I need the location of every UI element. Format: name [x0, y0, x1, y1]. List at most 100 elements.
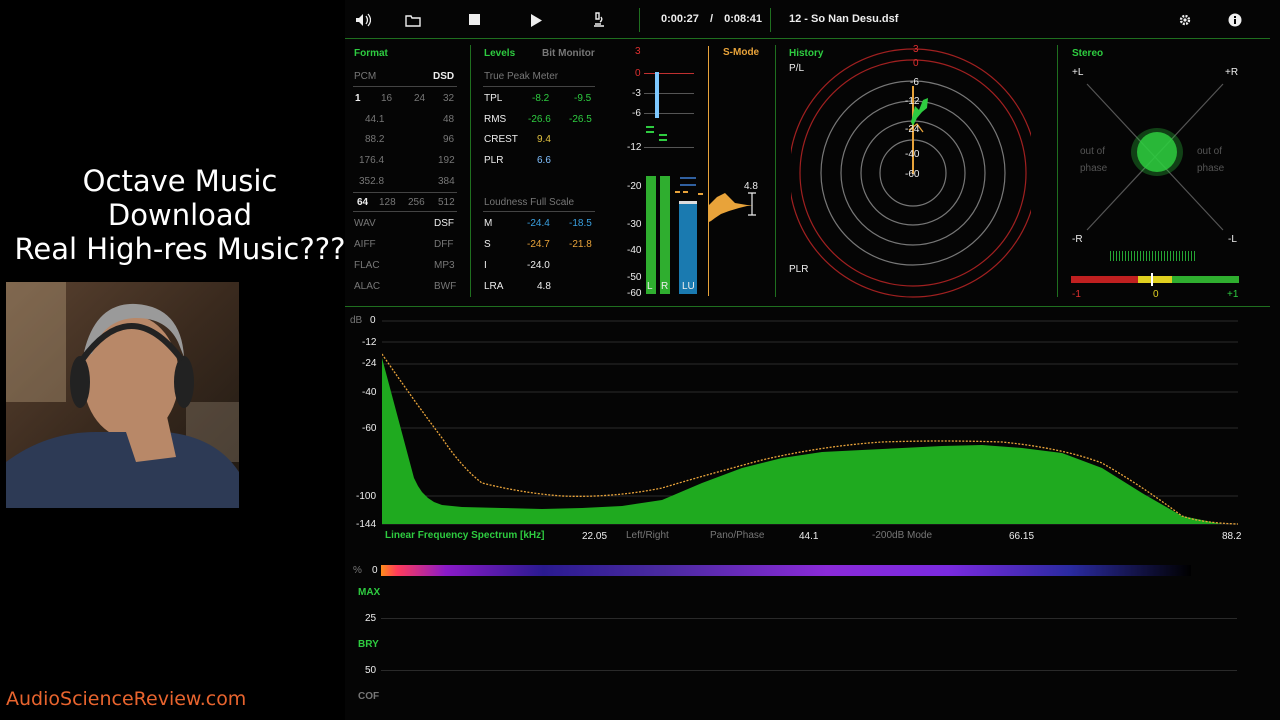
lu-marker — [680, 184, 696, 186]
scale-line — [644, 147, 694, 148]
container-label: ALAC — [354, 281, 381, 292]
out-of-text: out of — [1197, 146, 1223, 157]
peak-hold-marker — [646, 131, 654, 133]
spectrum-unit: dB — [350, 315, 363, 326]
bottom-tick: 25 — [365, 613, 377, 624]
microscope-icon[interactable] — [588, 10, 608, 30]
meter-tick: -6 — [632, 108, 641, 119]
stereo-title: Stereo — [1072, 48, 1104, 59]
channel-r-label: R — [661, 281, 669, 292]
y-tick: 0 — [370, 315, 376, 326]
scale-line — [644, 113, 694, 114]
title-line-1: Octave Music Download — [82, 164, 278, 232]
balance-histogram — [1110, 251, 1195, 261]
x-tick: 22.05 — [582, 531, 608, 542]
stereo-plus-l: +L — [1072, 67, 1084, 78]
rate-pcm: 88.2 — [365, 134, 385, 145]
x-tick: 88.2 — [1222, 531, 1242, 542]
title-line-2: Real High-res Music??? — [14, 232, 346, 266]
play-icon[interactable] — [526, 10, 546, 30]
correlation-bar — [1071, 276, 1239, 283]
time-elapsed: 0:00:27 — [661, 13, 699, 25]
channel-lu-label: LU — [682, 281, 695, 292]
lu-marker — [679, 201, 697, 204]
speaker-icon[interactable] — [353, 10, 373, 30]
stereo-minus-l: -L — [1228, 234, 1237, 245]
ring-label: 0 — [913, 58, 919, 69]
bit-monitor-tab[interactable]: Bit Monitor — [542, 48, 595, 59]
mode-200db[interactable]: -200dB Mode — [872, 530, 932, 541]
loud-i-value: -24.0 — [527, 260, 550, 271]
corr-label-zero: 0 — [1153, 289, 1159, 300]
meter-tick: -3 — [632, 88, 641, 99]
rate-pcm: 352.8 — [359, 176, 385, 187]
panel-separator — [470, 45, 471, 297]
meter-tick: -50 — [627, 272, 642, 283]
divider — [483, 211, 595, 212]
bottom-tick: 0 — [372, 565, 378, 576]
peak-hold-marker — [659, 134, 667, 136]
ring-label: -24 — [905, 124, 920, 135]
lu-marker — [680, 177, 696, 179]
stop-icon[interactable] — [465, 10, 485, 30]
meter-tick: -60 — [627, 288, 642, 299]
time-total: 0:08:41 — [724, 13, 763, 25]
dsd-rate: 64 — [357, 197, 369, 208]
bit-value: 32 — [443, 93, 455, 104]
gear-icon[interactable] — [1175, 10, 1195, 30]
channel-l-label: L — [647, 281, 653, 292]
correlation-indicator — [1151, 273, 1153, 286]
bottom-label: MAX — [358, 587, 381, 598]
phase-text: phase — [1080, 163, 1108, 174]
lu-marker — [675, 191, 680, 193]
bottom-label: COF — [358, 691, 380, 702]
dsd-label: DSD — [433, 71, 455, 82]
ring-label: -6 — [910, 77, 919, 88]
stereo-minus-r: -R — [1072, 234, 1083, 245]
rate-pcm: 192 — [438, 155, 455, 166]
levels-title: Levels — [484, 48, 516, 59]
lra-value: 4.8 — [744, 181, 758, 192]
stereo-plus-r: +R — [1225, 67, 1239, 78]
tpl-right: -9.5 — [574, 93, 592, 104]
scale-line — [644, 93, 694, 94]
rate-pcm: 96 — [443, 134, 455, 145]
panel-separator — [775, 45, 776, 297]
tpl-label: TPL — [484, 93, 503, 104]
spectrum-mode-label[interactable]: Linear Frequency Spectrum [kHz] — [385, 530, 544, 541]
info-icon[interactable] — [1225, 10, 1245, 30]
meter-tick: 0 — [635, 68, 641, 79]
zero-db-line — [644, 73, 694, 74]
peak-indicator — [655, 72, 659, 118]
loud-m-b: -18.5 — [569, 218, 592, 229]
y-tick: -100 — [356, 491, 377, 502]
format-title: Format — [354, 48, 388, 59]
rms-label: RMS — [484, 114, 507, 125]
dsd-rate: 256 — [408, 197, 425, 208]
tpl-left: -8.2 — [532, 93, 550, 104]
folder-icon[interactable] — [403, 10, 423, 30]
loud-s-label: S — [484, 239, 491, 250]
container-label: FLAC — [354, 260, 380, 271]
pcm-label: PCM — [354, 71, 377, 82]
loud-i-label: I — [484, 260, 487, 271]
bit-value: 24 — [414, 93, 426, 104]
corr-label-min: -1 — [1072, 289, 1081, 300]
dsd-rate: 512 — [438, 197, 455, 208]
divider — [353, 192, 457, 193]
smode-label[interactable]: S-Mode — [723, 47, 759, 58]
mode-pano-phase[interactable]: Pano/Phase — [710, 530, 765, 541]
rate-pcm: 44.1 — [365, 114, 385, 125]
container-label: BWF — [434, 281, 457, 292]
divider — [483, 86, 595, 87]
meter-tick: -40 — [627, 245, 642, 256]
rate-pcm: 176.4 — [359, 155, 385, 166]
mode-left-right[interactable]: Left/Right — [626, 530, 669, 541]
corr-label-max: +1 — [1227, 289, 1239, 300]
time-separator: / — [709, 13, 714, 25]
time-display: 0:00:27 / 0:08:41 — [661, 13, 762, 25]
loud-s-a: -24.7 — [527, 239, 550, 250]
peak-hold-marker — [646, 126, 654, 128]
out-of-phase-left: out of phase — [1080, 143, 1107, 177]
rate-pcm: 384 — [438, 176, 455, 187]
